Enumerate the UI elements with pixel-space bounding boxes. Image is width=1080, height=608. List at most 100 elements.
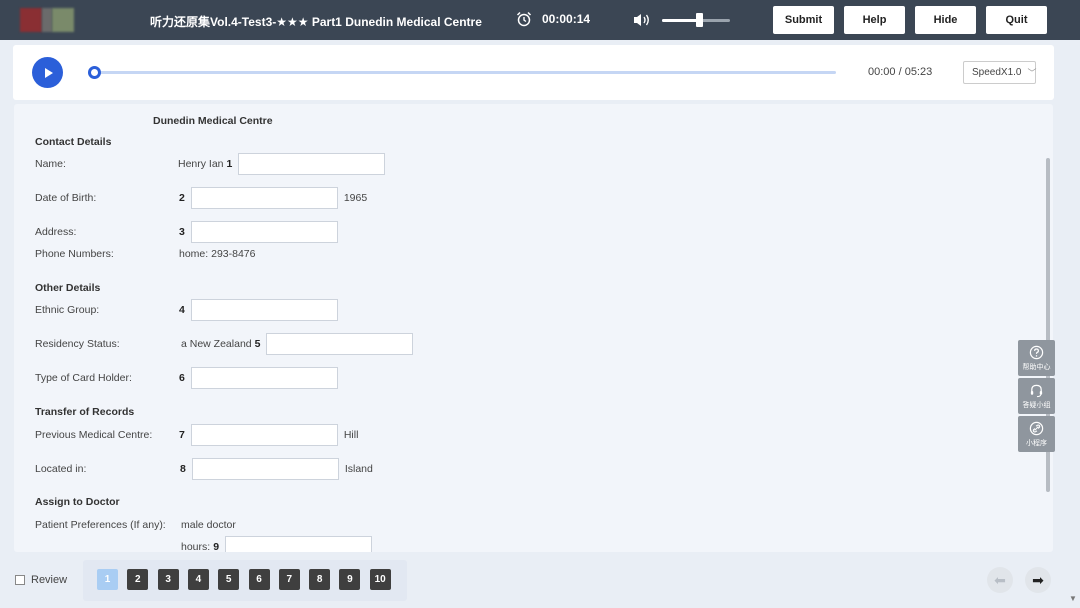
review-checkbox-box[interactable]: [15, 575, 25, 585]
located-row: 8 Island: [177, 458, 373, 480]
submit-button[interactable]: Submit: [773, 6, 834, 34]
prev-centre-row: 7 Hill: [176, 424, 358, 446]
answer-input-6[interactable]: [190, 367, 338, 389]
address-row: 3: [176, 221, 338, 243]
volume-slider[interactable]: [662, 12, 730, 27]
located-suffix: Island: [344, 463, 373, 475]
answer-input-5[interactable]: [266, 333, 414, 355]
ethnic-row: 4: [176, 299, 338, 321]
prefs-value: male doctor: [181, 519, 236, 531]
section-assign-to-doctor: Assign to Doctor: [35, 496, 120, 508]
question-number-4: 4: [179, 304, 185, 316]
speed-value: SpeedX1.0: [972, 67, 1022, 78]
page-button-8[interactable]: 8: [309, 569, 331, 590]
mini-program-label: 小程序: [1026, 439, 1047, 447]
page-button-6[interactable]: 6: [248, 569, 270, 590]
prev-question-button[interactable]: ⬅: [987, 567, 1013, 593]
answer-input-2[interactable]: [190, 187, 338, 209]
alarm-clock-icon: [516, 11, 532, 27]
residency-prefix: a New Zealand: [181, 338, 252, 350]
audio-progress-bar[interactable]: [88, 71, 836, 74]
next-question-button[interactable]: ➡: [1025, 567, 1051, 593]
phone-value: home: 293-8476: [179, 248, 256, 260]
page-button-4[interactable]: 4: [187, 569, 209, 590]
audio-time: 00:00 / 05:23: [868, 66, 933, 78]
page-button-5[interactable]: 5: [218, 569, 240, 590]
answer-input-7[interactable]: [190, 424, 338, 446]
question-number-1: 1: [226, 158, 233, 170]
speaker-icon[interactable]: [632, 12, 652, 28]
located-label: Located in:: [35, 463, 87, 475]
question-number-2: 2: [179, 192, 185, 204]
volume-slider-handle[interactable]: [696, 12, 704, 27]
question-number-9: 9: [213, 541, 220, 552]
review-label: Review: [31, 574, 68, 586]
help-button[interactable]: Help: [844, 6, 905, 34]
help-center-label: 帮助中心: [1022, 363, 1051, 371]
hours-prefix: hours:: [181, 541, 211, 552]
assistant-widget[interactable]: 答疑小组: [1018, 378, 1055, 414]
ethnic-label: Ethnic Group:: [35, 304, 100, 316]
answer-input-8[interactable]: [191, 458, 339, 480]
question-panel: Dunedin Medical Centre Contact Details N…: [14, 104, 1053, 552]
headset-icon[interactable]: [1029, 383, 1044, 398]
speed-select[interactable]: SpeedX1.0 ﹀: [963, 61, 1037, 84]
page-button-2[interactable]: 2: [127, 569, 149, 590]
play-button[interactable]: [32, 57, 63, 88]
prev-centre-label: Previous Medical Centre:: [35, 429, 153, 441]
review-checkbox[interactable]: Review: [15, 574, 67, 586]
arrow-left-icon: ⬅: [994, 571, 1006, 588]
form-title: Dunedin Medical Centre: [153, 115, 273, 127]
residency-row: a New Zealand 5: [181, 333, 414, 355]
question-pager: 1 2 3 4 5 6 7 8 9 10: [83, 560, 407, 601]
timer-value: 00:00:14: [542, 12, 591, 26]
name-row: Henry Ian 1: [178, 153, 386, 175]
top-header: 听力还原集Vol.4-Test3-★★★ Part1 Dunedin Medic…: [0, 0, 1080, 40]
card-label: Type of Card Holder:: [35, 372, 132, 384]
name-label: Name:: [35, 158, 66, 170]
dob-label: Date of Birth:: [35, 192, 97, 204]
answer-input-4[interactable]: [190, 299, 338, 321]
audio-progress-handle[interactable]: [88, 66, 101, 79]
section-contact-details: Contact Details: [35, 136, 112, 148]
residency-label: Residency Status:: [35, 338, 120, 350]
help-center-widget[interactable]: 帮助中心: [1018, 340, 1055, 376]
question-number-7: 7: [179, 429, 185, 441]
name-prefix: Henry Ian: [178, 158, 224, 170]
question-number-6: 6: [179, 372, 185, 384]
prev-centre-suffix: Hill: [343, 429, 359, 441]
phone-label: Phone Numbers:: [35, 248, 114, 260]
arrow-right-icon: ➡: [1032, 571, 1044, 588]
audio-player: 00:00 / 05:23 SpeedX1.0 ﹀: [13, 45, 1054, 100]
hide-button[interactable]: Hide: [915, 6, 976, 34]
card-row: 6: [176, 367, 338, 389]
play-icon[interactable]: [42, 67, 54, 79]
assistant-label: 答疑小组: [1022, 401, 1051, 409]
question-number-5: 5: [254, 338, 261, 350]
page-button-3[interactable]: 3: [157, 569, 179, 590]
link-circle-icon[interactable]: [1029, 421, 1044, 436]
answer-input-1[interactable]: [238, 153, 386, 175]
page-button-7[interactable]: 7: [278, 569, 300, 590]
answer-input-3[interactable]: [190, 221, 338, 243]
page-button-10[interactable]: 10: [369, 569, 391, 590]
section-other-details: Other Details: [35, 282, 101, 294]
section-transfer-of-records: Transfer of Records: [35, 406, 135, 418]
answer-input-9[interactable]: [225, 536, 373, 552]
dob-row: 2 1965: [176, 187, 367, 209]
question-number-8: 8: [180, 463, 186, 475]
question-number-3: 3: [179, 226, 185, 238]
dob-suffix: 1965: [343, 192, 368, 204]
scroll-down-icon[interactable]: ▼: [1069, 594, 1077, 603]
logo: [20, 8, 82, 32]
page-button-1[interactable]: 1: [97, 569, 118, 590]
prefs-label: Patient Preferences (If any):: [35, 519, 166, 531]
chevron-down-icon: ﹀: [1027, 68, 1037, 78]
volume-control[interactable]: [632, 12, 730, 28]
page-button-9[interactable]: 9: [339, 569, 361, 590]
quit-button[interactable]: Quit: [986, 6, 1047, 34]
timer: 00:00:14: [516, 11, 590, 27]
test-title: 听力还原集Vol.4-Test3-★★★ Part1 Dunedin Medic…: [150, 15, 482, 29]
question-circle-icon[interactable]: [1029, 345, 1044, 360]
mini-program-widget[interactable]: 小程序: [1018, 416, 1055, 452]
